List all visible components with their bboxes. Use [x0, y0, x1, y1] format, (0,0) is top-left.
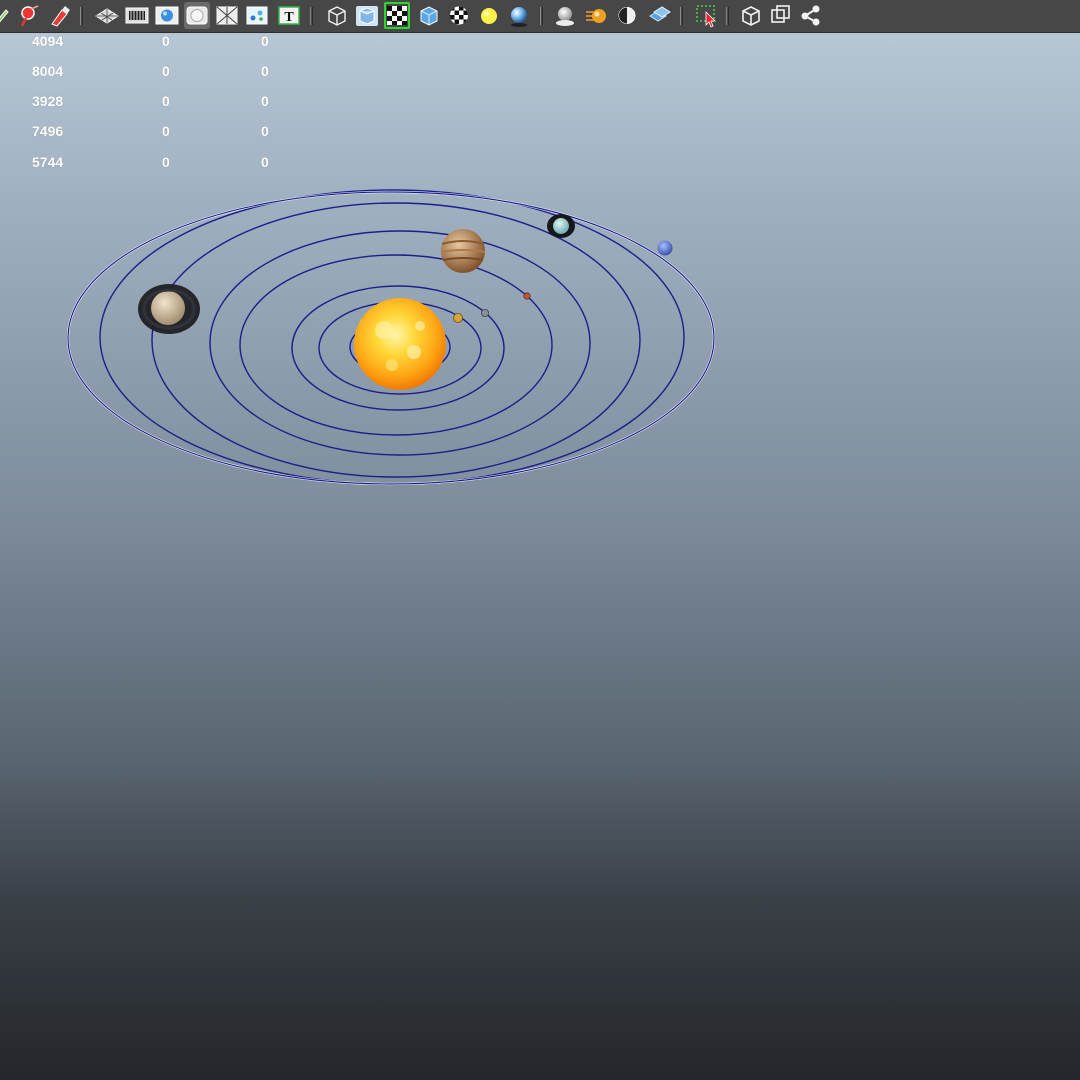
wireframe-cube-icon[interactable]: [324, 2, 350, 29]
planet-mars[interactable]: [523, 292, 531, 300]
lasso-tool-icon[interactable]: [16, 2, 42, 29]
two-sided-lighting-icon[interactable]: [768, 2, 794, 29]
viewport-toolbar: T: [0, 0, 1080, 33]
grid-toggle-icon[interactable]: [94, 2, 120, 29]
select-highlight-icon[interactable]: [694, 2, 720, 29]
bounding-box-icon[interactable]: [738, 2, 764, 29]
half-shade-icon[interactable]: [614, 2, 640, 29]
toolbar-separator: [726, 7, 729, 25]
planet-uranus[interactable]: [547, 214, 575, 238]
select-tool-icon[interactable]: [0, 2, 14, 29]
planet-saturn[interactable]: [138, 284, 200, 334]
sun[interactable]: [354, 298, 446, 390]
film-gate-icon[interactable]: [124, 2, 150, 29]
text-icon[interactable]: T: [276, 2, 302, 29]
uv-shell-icon[interactable]: [244, 2, 270, 29]
xray-joints-icon[interactable]: [646, 2, 672, 29]
shaded-sphere-icon[interactable]: [154, 2, 180, 29]
toolbar-separator: [310, 7, 313, 25]
xray-icon[interactable]: [214, 2, 240, 29]
checker-ball-icon[interactable]: [446, 2, 472, 29]
node-graph-icon[interactable]: [798, 2, 824, 29]
motion-blur-icon[interactable]: [584, 2, 610, 29]
planet-jupiter[interactable]: [440, 229, 486, 273]
planet-venus[interactable]: [453, 313, 463, 323]
ambient-occlusion-icon[interactable]: [552, 2, 578, 29]
toolbar-separator: [80, 7, 83, 25]
isolate-select-icon[interactable]: [184, 2, 210, 29]
3d-viewport[interactable]: [0, 32, 1080, 1080]
checker-texture-icon[interactable]: [384, 2, 410, 29]
light-bulb-icon[interactable]: [476, 2, 502, 29]
default-material-icon[interactable]: [416, 2, 442, 29]
svg-text:T: T: [284, 10, 294, 25]
planet-mercury[interactable]: [480, 308, 489, 317]
toolbar-separator: [540, 7, 543, 25]
paint-tool-icon[interactable]: [46, 2, 72, 29]
toolbar-separator: [680, 7, 683, 25]
reflection-sphere-icon[interactable]: [506, 2, 532, 29]
planet-neptune[interactable]: [657, 240, 673, 256]
smooth-shade-icon[interactable]: [354, 2, 380, 29]
